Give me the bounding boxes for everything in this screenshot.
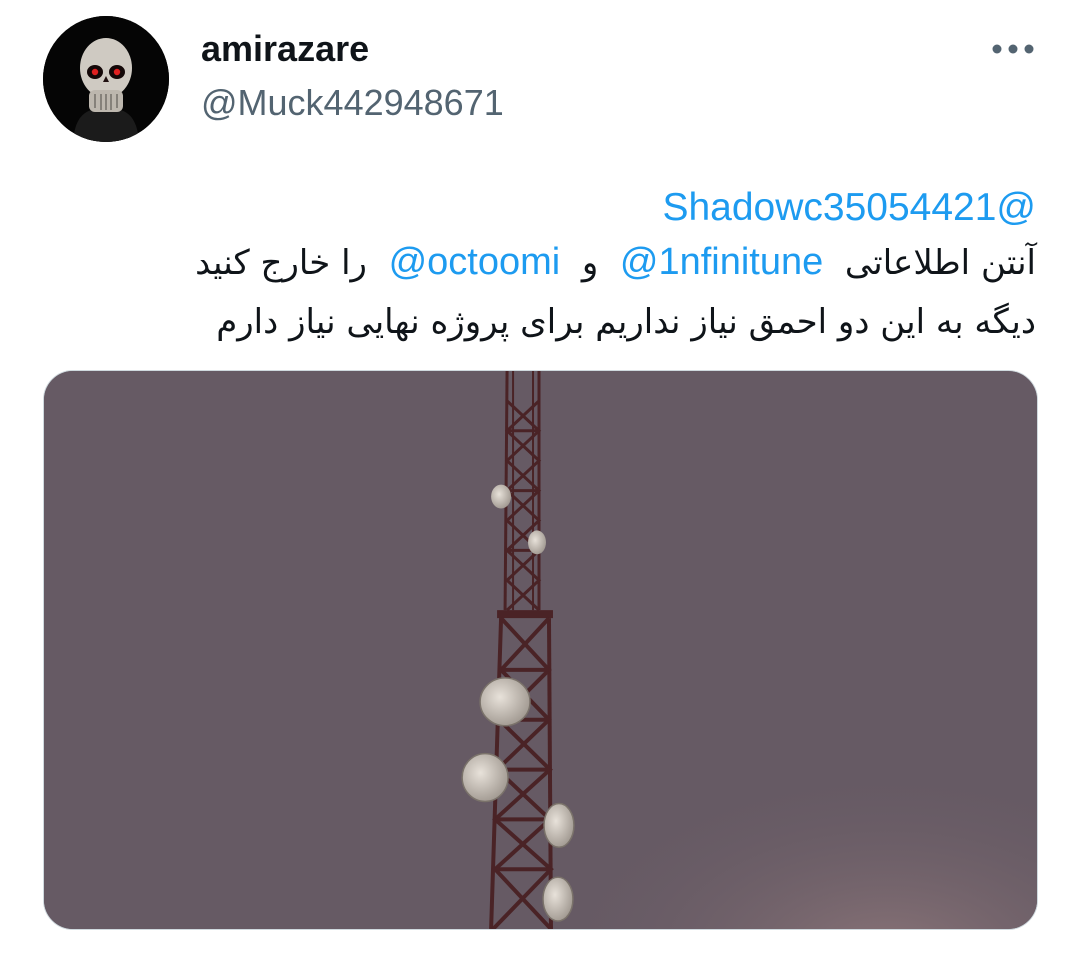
tweet-text-line: دیگه به این دو احمق نیاز نداریم برای پرو… [216, 302, 1036, 342]
antenna-tower-photo [44, 371, 1037, 929]
author-avatar[interactable] [43, 16, 169, 142]
author-handle[interactable]: @Muck442948671 [201, 82, 504, 124]
more-options-button[interactable] [988, 34, 1038, 64]
tweet-card[interactable]: amirazare @Muck442948671 @Shadowc3505442… [0, 0, 1080, 954]
tweet-text-line: آنتن اطلاعاتی @1nfinitune و @octoomi را … [60, 238, 1036, 287]
mention-1nfinitune[interactable]: @1nfinitune [620, 241, 823, 283]
skull-avatar-icon [43, 16, 169, 142]
more-horizontal-icon [992, 44, 1034, 54]
tweet-text-segment: آنتن اطلاعاتی [844, 243, 1036, 283]
tweet-text-reply-line: @Shadowc35054421 [60, 184, 1036, 233]
tweet-text-segment: را خارج کنید [195, 243, 367, 283]
tweet-text-segment: و [581, 243, 599, 283]
tweet-media-photo[interactable] [43, 370, 1038, 930]
mention-shadowc35054421[interactable]: @Shadowc35054421 [662, 186, 1036, 229]
mention-octoomi[interactable]: @octoomi [389, 241, 561, 283]
author-display-name[interactable]: amirazare [201, 28, 369, 70]
